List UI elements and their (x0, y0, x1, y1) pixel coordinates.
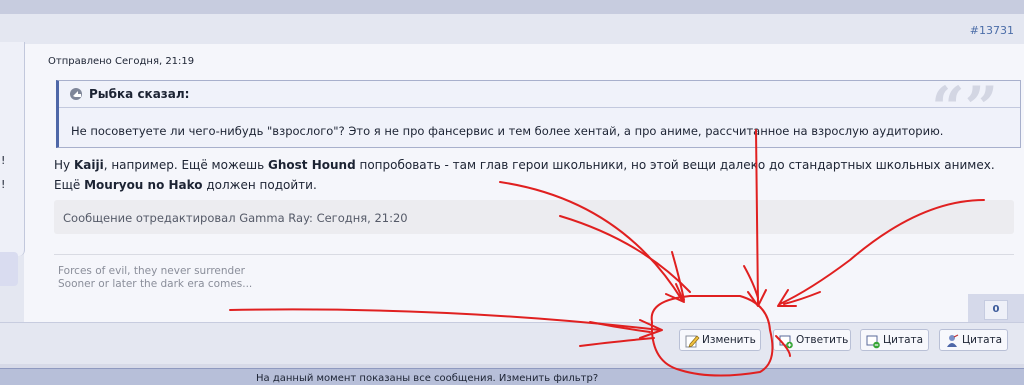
author-panel-button[interactable] (0, 252, 18, 286)
post-permalink[interactable]: #13731 (970, 24, 1014, 37)
reply-button[interactable]: Ответить (773, 329, 851, 351)
text-span: попробовать - там глав герои школьники, … (355, 158, 995, 172)
post-text: Ну Kaiji, например. Ещё можешь Ghost Hou… (54, 155, 995, 195)
edit-button-label: Изменить (702, 334, 756, 346)
filter-link[interactable]: На данный момент показаны все сообщения.… (256, 373, 598, 384)
signature: Forces of evil, they never surrender Soo… (58, 265, 252, 291)
text-span: , например. Ещё можешь (103, 158, 269, 172)
quote-author: Рыбка сказал: (89, 87, 190, 101)
author-panel: ! ! (0, 42, 25, 286)
post-date: Отправлено Сегодня, 21:19 (48, 56, 195, 67)
text-span: должен подойти. (202, 178, 317, 192)
quote-text: Не посоветуете ли чего-нибудь "взрослого… (71, 124, 944, 138)
edit-notice: Сообщение отредактировал Gamma Ray: Сего… (54, 200, 1014, 234)
signature-line: Forces of evil, they never surrender (58, 265, 245, 277)
quote-icon (866, 335, 880, 349)
reply-button-label: Ответить (796, 334, 849, 346)
post-text-line: Ну Kaiji, например. Ещё можешь Ghost Hou… (54, 155, 995, 175)
author-panel-text: ! (1, 154, 6, 167)
reply-icon (779, 335, 793, 349)
multiquote-button[interactable]: Цитата (939, 329, 1008, 351)
quote-button[interactable]: Цитата (860, 329, 929, 351)
bold-title: Mouryou no Hako (84, 178, 203, 192)
quote-arrow-icon (70, 88, 82, 100)
edit-icon (685, 335, 700, 348)
text-span: Ещё (54, 178, 85, 192)
signature-line: Sooner or later the dark era comes... (58, 278, 253, 290)
signature-divider (54, 254, 1014, 255)
quote-header: Рыбка сказал: (59, 81, 1020, 108)
edit-button[interactable]: Изменить (679, 329, 761, 351)
reputation-box: 0 (968, 294, 1024, 324)
text-span: Ну (54, 158, 74, 172)
author-panel-text: ! (1, 178, 6, 191)
multiquote-button-label: Цитата (962, 334, 1003, 346)
bold-title: Ghost Hound (268, 158, 356, 172)
edit-notice-text: Сообщение отредактировал Gamma Ray: Сего… (63, 211, 408, 225)
quote-button-label: Цитата (883, 334, 924, 346)
multiquote-icon (947, 334, 959, 347)
reputation-count[interactable]: 0 (984, 300, 1008, 320)
top-band (0, 0, 1024, 14)
bold-title: Kaiji (73, 158, 104, 172)
quote-block: Рыбка сказал: “” Не посоветуете ли чего-… (56, 79, 1021, 148)
post-text-line: Ещё Mouryou no Hako должен подойти. (54, 175, 995, 195)
